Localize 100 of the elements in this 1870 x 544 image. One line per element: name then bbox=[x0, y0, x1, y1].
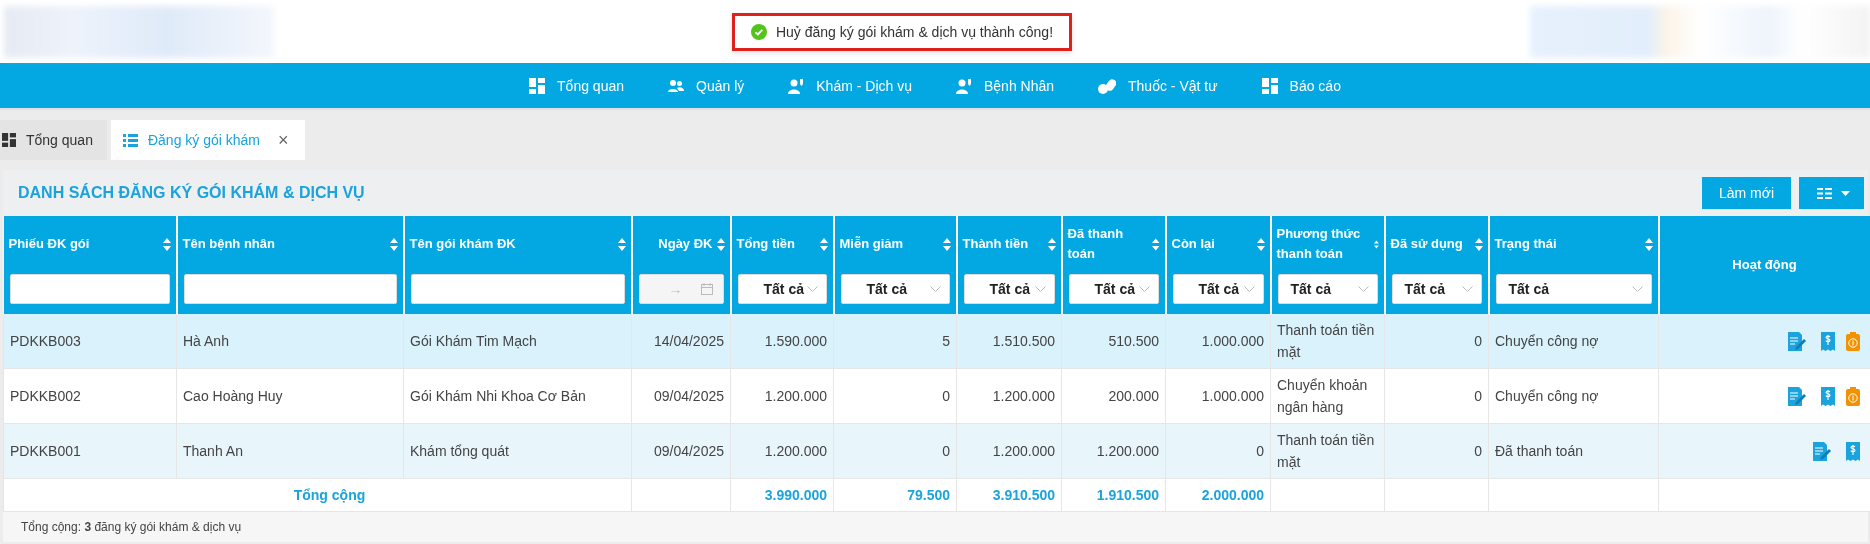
sort-icon bbox=[1256, 237, 1265, 251]
column-toggle-button[interactable] bbox=[1799, 177, 1864, 209]
table-cell: Chuyển công nợ bbox=[1495, 333, 1599, 349]
filter-dropdown[interactable]: Tất cả bbox=[737, 274, 827, 304]
column-header[interactable]: Tên gói khám ĐK bbox=[403, 216, 632, 272]
table-cell: Chuyển khoản ngân hàng bbox=[1277, 377, 1368, 415]
sort-icon bbox=[716, 237, 725, 251]
close-icon[interactable]: × bbox=[278, 129, 289, 151]
column-header[interactable]: Tên bệnh nhân bbox=[176, 216, 404, 272]
table-cell: 1.200.000 bbox=[764, 388, 827, 404]
table-cell: 1.590.000 bbox=[764, 333, 827, 349]
filter-dropdown[interactable]: Tất cả bbox=[1172, 274, 1264, 304]
filter-dropdown[interactable]: Tất cả bbox=[1391, 274, 1482, 304]
dashboard-icon bbox=[529, 77, 546, 94]
filter-field[interactable] bbox=[9, 274, 170, 304]
sort-icon bbox=[819, 237, 828, 251]
column-header[interactable]: Phương thức thanh toán bbox=[1270, 216, 1385, 272]
total-label: Tổng cộng bbox=[293, 487, 366, 503]
table-cell: Thanh toán tiền mặt bbox=[1277, 432, 1375, 470]
coin-icon[interactable] bbox=[1845, 386, 1860, 406]
filter-dropdown[interactable]: Tất cả bbox=[1277, 274, 1378, 304]
sort-icon bbox=[1474, 237, 1483, 251]
chevron-down-icon bbox=[1243, 286, 1255, 292]
table-cell: Gói Khám Tim Mạch bbox=[410, 333, 537, 349]
date-range-field[interactable]: → bbox=[638, 274, 724, 304]
column-header[interactable]: Hoạt động bbox=[1658, 216, 1870, 314]
table-cell: 1.200.000 bbox=[1096, 443, 1159, 459]
filter-dropdown[interactable]: Tất cả bbox=[1495, 274, 1652, 304]
columns-icon bbox=[1817, 187, 1832, 199]
filter-field[interactable] bbox=[410, 274, 625, 304]
chevron-down-icon bbox=[1357, 286, 1369, 292]
receipt-icon[interactable] bbox=[1845, 441, 1860, 461]
edit-icon[interactable] bbox=[1787, 331, 1806, 351]
table-cell: 0 bbox=[942, 388, 950, 404]
coin-icon[interactable] bbox=[1845, 331, 1860, 351]
table-cell: Chuyển công nợ bbox=[1495, 388, 1599, 404]
column-header[interactable]: Trạng thái bbox=[1488, 216, 1659, 272]
table-cell: 1.200.000 bbox=[992, 443, 1055, 459]
tab[interactable]: Tổng quan bbox=[0, 120, 107, 160]
table-cell: PDKKB002 bbox=[10, 388, 81, 404]
filter-dropdown[interactable]: Tất cả bbox=[1068, 274, 1159, 304]
nav-item[interactable]: Khám - Dịch vụ bbox=[786, 77, 914, 94]
chevron-down-icon bbox=[1034, 286, 1046, 292]
column-header[interactable]: Ngày ĐK bbox=[631, 216, 731, 272]
sort-icon bbox=[389, 237, 398, 251]
table-cell: Hà Anh bbox=[183, 333, 229, 349]
receipt-icon[interactable] bbox=[1820, 386, 1835, 406]
table-cell: 1.200.000 bbox=[992, 388, 1055, 404]
table-cell: 0 bbox=[1256, 443, 1264, 459]
receipt-icon[interactable] bbox=[1820, 331, 1835, 351]
table-cell: 14/04/2025 bbox=[653, 333, 724, 349]
column-header[interactable]: Phiếu ĐK gói bbox=[3, 216, 177, 272]
table-cell: 0 bbox=[1474, 388, 1482, 404]
edit-icon[interactable] bbox=[1787, 386, 1806, 406]
column-header[interactable]: Còn lại bbox=[1165, 216, 1271, 272]
column-header[interactable]: Tổng tiền bbox=[730, 216, 834, 272]
caret-icon bbox=[1841, 190, 1850, 196]
check-icon bbox=[750, 23, 767, 40]
nav-item[interactable]: Quản lý bbox=[666, 77, 747, 94]
column-header[interactable]: Miễn giảm bbox=[833, 216, 957, 272]
table-cell: 200.000 bbox=[1108, 388, 1159, 404]
column-header[interactable]: Thành tiền bbox=[956, 216, 1062, 272]
nav-item[interactable]: Báo cáo bbox=[1259, 77, 1343, 94]
table-cell: Khám tổng quát bbox=[410, 443, 509, 459]
table-cell: 1.510.500 bbox=[992, 333, 1055, 349]
table-cell: 09/04/2025 bbox=[653, 388, 724, 404]
doctor-icon bbox=[955, 77, 972, 94]
chevron-down-icon bbox=[1138, 286, 1150, 292]
tab[interactable]: Đăng ký gói khám × bbox=[110, 120, 305, 160]
column-header[interactable]: Đã thanh toán bbox=[1061, 216, 1166, 272]
sort-icon bbox=[1047, 237, 1056, 251]
filter-dropdown[interactable]: Tất cả bbox=[840, 274, 950, 304]
toast-message: Huỷ đăng ký gói khám & dịch vụ thành công! bbox=[775, 23, 1054, 40]
filter-dropdown[interactable]: Tất cả bbox=[963, 274, 1055, 304]
table-cell: 0 bbox=[1474, 443, 1482, 459]
refresh-button[interactable]: Làm mới bbox=[1701, 177, 1791, 209]
edit-icon[interactable] bbox=[1812, 441, 1831, 461]
table-cell: 0 bbox=[942, 443, 950, 459]
chevron-down-icon bbox=[1461, 286, 1473, 292]
filter-field[interactable] bbox=[183, 274, 397, 304]
column-header[interactable]: Đã sử dụng bbox=[1384, 216, 1489, 272]
chevron-down-icon bbox=[1631, 286, 1643, 292]
sort-icon bbox=[162, 237, 171, 251]
table-cell: PDKKB003 bbox=[10, 333, 81, 349]
nav-item[interactable]: Bệnh Nhân bbox=[953, 77, 1057, 94]
chevron-down-icon bbox=[806, 286, 818, 292]
doctor-icon bbox=[788, 77, 805, 94]
panel-title: DANH SÁCH ĐĂNG KÝ GÓI KHÁM & DỊCH VỤ bbox=[18, 184, 365, 202]
list-icon bbox=[122, 133, 138, 147]
people-icon bbox=[668, 78, 684, 93]
table-cell: 510.500 bbox=[1108, 333, 1159, 349]
nav-item[interactable]: Tổng quan bbox=[527, 77, 626, 94]
total-value: 3.910.500 bbox=[992, 487, 1055, 503]
total-value: 3.990.000 bbox=[764, 487, 827, 503]
table-cell: 1.000.000 bbox=[1201, 388, 1264, 404]
sort-icon bbox=[1644, 237, 1653, 251]
table-cell: Thanh An bbox=[183, 443, 243, 459]
nav-item[interactable]: Thuốc - Vật tư bbox=[1096, 77, 1220, 94]
table-cell: Cao Hoàng Huy bbox=[183, 388, 283, 404]
table-cell: 1.200.000 bbox=[764, 443, 827, 459]
